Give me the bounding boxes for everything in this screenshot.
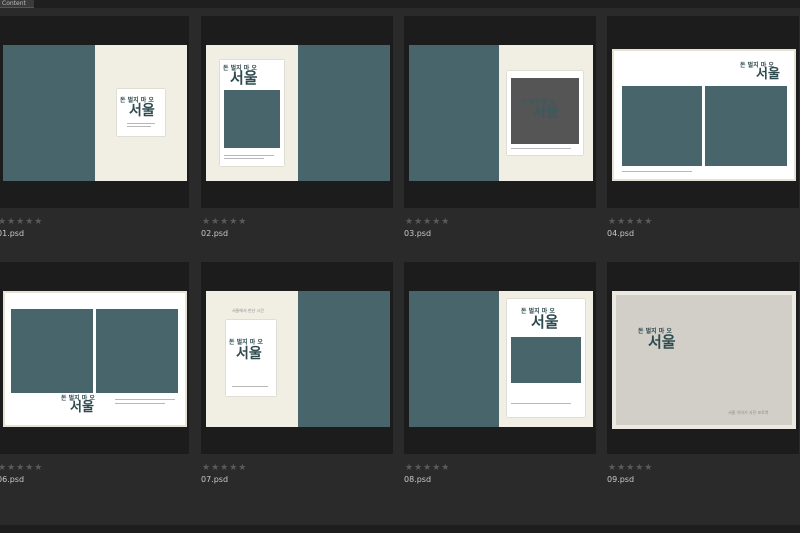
spread-preview: 서울에서 만난 시간 돈 벌지 마 오 서울: [206, 291, 390, 427]
teal-page: [409, 45, 499, 181]
photo-placeholder: 돈 벌지 마 오 서울: [511, 78, 579, 144]
cover-card: 돈 벌지 마 오 서울: [220, 60, 284, 166]
teal-page: [298, 45, 390, 181]
file-name: 03.psd: [404, 229, 432, 238]
cover-card: 돈 벌지 마 오 서울: [226, 320, 276, 396]
file-name: 01.psd: [0, 229, 25, 238]
title-big: 서울: [531, 313, 559, 331]
photo-placeholder: [511, 337, 581, 383]
teal-page: [298, 291, 390, 427]
top-toolbar: Content: [0, 0, 800, 8]
photo-placeholder: [224, 90, 280, 148]
file-name: 04.psd: [607, 229, 635, 238]
rating-stars[interactable]: ★★★★★: [608, 217, 653, 227]
rating-stars[interactable]: ★★★★★: [405, 463, 450, 473]
thumbnail-03[interactable]: 돈 벌지 마 오 서울 ★★★★★ 03.psd: [404, 16, 599, 241]
file-name: 07.psd: [201, 475, 229, 484]
thumbnail-06[interactable]: 돈 벌지 마 오 서울 ★★★★★ 06.psd: [0, 262, 192, 487]
caption-text: 서울 이야기 사진 포토북: [728, 410, 769, 415]
spread-preview: 돈 벌지 마 오 서울: [3, 45, 187, 181]
spread-preview: 돈 벌지 마 오 서울: [409, 45, 593, 181]
cover-card: 돈 벌지 마 오 서울: [507, 299, 585, 417]
title-big: 서울: [236, 346, 262, 362]
photo-placeholder: [622, 86, 702, 166]
rating-stars[interactable]: ★★★★★: [608, 463, 653, 473]
rating-stars[interactable]: ★★★★★: [0, 463, 43, 473]
thumbnail-04[interactable]: 돈 벌지 마 오 서울 ★★★★★ 04.psd: [607, 16, 800, 241]
spread-preview: 돈 벌지 마 오 서울: [409, 291, 593, 427]
thumbnail-09[interactable]: 돈 벌지 마 오 서울 서울 이야기 사진 포토북 ★★★★★ 09.psd: [607, 262, 800, 487]
spread-preview: 돈 벌지 마 오 서울 서울 이야기 사진 포토북: [612, 291, 796, 429]
file-name: 02.psd: [201, 229, 229, 238]
teal-page: [3, 45, 95, 181]
thumbnail-01[interactable]: 돈 벌지 마 오 서울 ★★★★★ 01.psd: [0, 16, 192, 241]
photo-card: 돈 벌지 마 오 서울: [507, 71, 583, 155]
rating-stars[interactable]: ★★★★★: [0, 217, 43, 227]
photo-placeholder: [11, 309, 93, 393]
title-big: 서울: [533, 105, 559, 121]
thumbnail-07[interactable]: 서울에서 만난 시간 돈 벌지 마 오 서울 ★★★★★ 07.psd: [201, 262, 396, 487]
bottom-bar: [0, 525, 800, 533]
title-big: 서울: [756, 67, 780, 82]
rating-stars[interactable]: ★★★★★: [202, 463, 247, 473]
photo-placeholder: [96, 309, 178, 393]
spread-preview: 돈 벌지 마 오 서울: [3, 291, 187, 427]
file-name: 06.psd: [0, 475, 25, 484]
title-big: 서울: [230, 69, 258, 87]
tab-content[interactable]: Content: [0, 0, 34, 8]
title-big: 서울: [129, 103, 155, 119]
subtitle-text: 서울에서 만난 시간: [232, 308, 264, 313]
file-name: 09.psd: [607, 475, 635, 484]
spread-preview: 돈 벌지 마 오 서울: [206, 45, 390, 181]
spread-preview: 돈 벌지 마 오 서울: [612, 49, 796, 181]
title-big: 서울: [648, 333, 676, 351]
cover-card: 돈 벌지 마 오 서울: [117, 89, 165, 136]
thumbnail-02[interactable]: 돈 벌지 마 오 서울 ★★★★★ 02.psd: [201, 16, 396, 241]
rating-stars[interactable]: ★★★★★: [202, 217, 247, 227]
photo-placeholder: [705, 86, 787, 166]
rating-stars[interactable]: ★★★★★: [405, 217, 450, 227]
title-big: 서울: [70, 400, 94, 415]
file-name: 08.psd: [404, 475, 432, 484]
thumbnail-08[interactable]: 돈 벌지 마 오 서울 ★★★★★ 08.psd: [404, 262, 599, 487]
teal-page: [409, 291, 499, 427]
